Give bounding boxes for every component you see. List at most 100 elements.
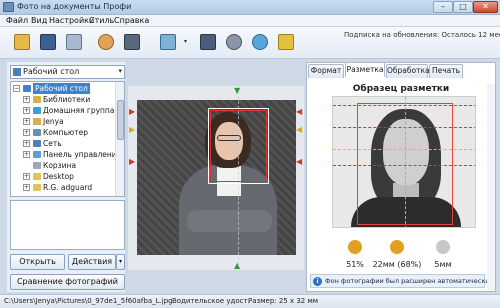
folder-tree[interactable]: − Рабочий стол + Библиотеки + Домашняя г… (10, 81, 125, 197)
expand-icon[interactable]: + (23, 184, 30, 191)
tree-item-desktop-folder[interactable]: + Desktop (11, 171, 115, 182)
tab-markup[interactable]: Разметка (345, 62, 385, 77)
minimize-button[interactable]: – (433, 1, 453, 13)
tree-item-computer[interactable]: + Компьютер (11, 127, 115, 138)
tree-item-label: Рабочий стол (33, 83, 90, 94)
expand-icon[interactable]: + (23, 151, 30, 158)
face-height-value: 22мм (68%) (372, 260, 422, 269)
subscription-status: Подписка на обновления: Осталось 12 меся… (344, 31, 500, 39)
maximize-button[interactable]: □ (453, 1, 473, 13)
right-panel-scrollbar[interactable] (487, 84, 495, 290)
status-document-type: Водительское удост. (172, 297, 250, 305)
book-icon[interactable] (196, 30, 220, 54)
right-guide-marker-icon[interactable]: ◀ (296, 126, 302, 134)
tree-item-label: Компьютер (43, 128, 88, 137)
menu-file[interactable]: Файл (6, 16, 28, 25)
save-icon[interactable] (36, 30, 60, 54)
actions-dropdown-button[interactable]: ▾ (116, 254, 125, 270)
tree-item-libraries[interactable]: + Библиотеки (11, 94, 115, 105)
tab-processing[interactable]: Обработка (386, 64, 430, 78)
photo-preview-area (10, 200, 125, 250)
chevron-down-icon: ▾ (118, 67, 122, 75)
info-icon: i (313, 277, 322, 286)
tab-print[interactable]: Печать (429, 64, 463, 78)
sample-title: Образец разметки (352, 84, 450, 94)
head-top-icon (436, 240, 450, 254)
menu-help[interactable]: Справка (114, 16, 149, 25)
left-guide-marker-icon[interactable]: ▶ (129, 126, 135, 134)
tree-item-control-panel[interactable]: + Панель управления (11, 149, 121, 160)
tree-item-label: Desktop (43, 172, 74, 181)
compare-photos-button[interactable]: Сравнение фотографий (10, 274, 125, 290)
tree-item-recycle-bin[interactable]: Корзина (11, 160, 115, 171)
tree-item-label: Библиотеки (43, 95, 91, 104)
title-bar: Фото на документы Профи – □ ✕ (0, 0, 500, 15)
people-icon[interactable] (94, 30, 118, 54)
tree-item-label: Корзина (43, 161, 77, 170)
gift-icon[interactable] (274, 30, 298, 54)
collapse-icon[interactable]: − (13, 85, 20, 92)
open-folder-icon[interactable] (10, 30, 34, 54)
folder-select[interactable]: Рабочий стол ▾ (10, 65, 125, 79)
folder-icon (33, 173, 41, 180)
markup-sample-image (332, 96, 476, 228)
control-panel-icon (33, 151, 41, 158)
face-icon (348, 240, 362, 254)
tab-format[interactable]: Формат (308, 64, 344, 78)
actions-button[interactable]: Действия (68, 254, 116, 270)
tree-item-label: R.G. adguard (43, 183, 93, 192)
tree-scrollbar[interactable] (115, 82, 124, 196)
desktop-icon (13, 68, 21, 76)
right-guide-marker-icon[interactable]: ◀ (296, 108, 302, 116)
right-guide-marker-icon[interactable]: ◀ (296, 158, 302, 166)
app-icon (3, 2, 14, 12)
tree-item-label: Сеть (43, 139, 62, 148)
tree-item-network[interactable]: + Сеть (11, 138, 115, 149)
library-icon (33, 96, 41, 103)
user-folder-icon (33, 118, 41, 125)
height-icon (390, 240, 404, 254)
expand-icon[interactable]: + (23, 173, 30, 180)
tree-item-jenya[interactable]: + Jenya (11, 116, 115, 127)
menu-settings[interactable]: Настройки (49, 16, 94, 25)
folder-select-value: Рабочий стол (23, 67, 80, 76)
scrollbar-thumb[interactable] (117, 100, 124, 140)
tree-item-label: Домашняя группа (43, 106, 115, 115)
left-guide-marker-icon[interactable]: ▶ (129, 158, 135, 166)
close-button[interactable]: ✕ (473, 1, 498, 13)
left-guide-marker-icon[interactable]: ▶ (129, 108, 135, 116)
expand-icon[interactable]: + (23, 129, 30, 136)
computer-icon (33, 129, 41, 136)
tree-item-desktop[interactable]: − Рабочий стол (11, 83, 115, 94)
image-icon[interactable] (156, 30, 180, 54)
expand-icon[interactable]: + (23, 107, 30, 114)
globe-icon[interactable] (248, 30, 272, 54)
camera-icon[interactable] (120, 30, 144, 54)
window-title: Фото на документы Профи (17, 2, 132, 11)
menu-view[interactable]: Вид (31, 16, 47, 25)
chevron-down-icon[interactable]: ▾ (182, 37, 189, 47)
homegroup-icon (33, 107, 41, 114)
menu-style[interactable]: Стиль (89, 16, 114, 25)
tree-item-label: Панель управления (43, 150, 122, 159)
expand-icon[interactable]: + (23, 140, 30, 147)
expand-icon[interactable]: + (23, 118, 30, 125)
status-bar: C:\Users\Jenya\Pictures\0_97de1_5f60afba… (0, 294, 500, 308)
expand-icon[interactable]: + (23, 96, 30, 103)
recycle-bin-icon (33, 162, 41, 169)
sample-center-line (405, 97, 406, 227)
bottom-guide-marker-icon[interactable]: ▲ (234, 262, 240, 270)
print-icon[interactable] (62, 30, 86, 54)
film-icon[interactable] (222, 30, 246, 54)
info-bar: i Фон фотографии был расширен автоматиче… (310, 274, 489, 288)
open-button[interactable]: Открыть (10, 254, 65, 270)
head-top-value: 5мм (434, 260, 452, 269)
network-icon (33, 140, 41, 147)
tree-item-rg-adguard[interactable]: + R.G. adguard (11, 182, 115, 193)
desktop-icon (23, 85, 31, 92)
crop-frame-inner[interactable] (210, 110, 267, 182)
tree-item-homegroup[interactable]: + Домашняя группа (11, 105, 115, 116)
top-guide-marker-icon[interactable]: ▼ (234, 87, 240, 95)
folder-icon (33, 184, 41, 191)
menu-bar: Файл Вид Настройки Стиль Справка (0, 15, 500, 27)
